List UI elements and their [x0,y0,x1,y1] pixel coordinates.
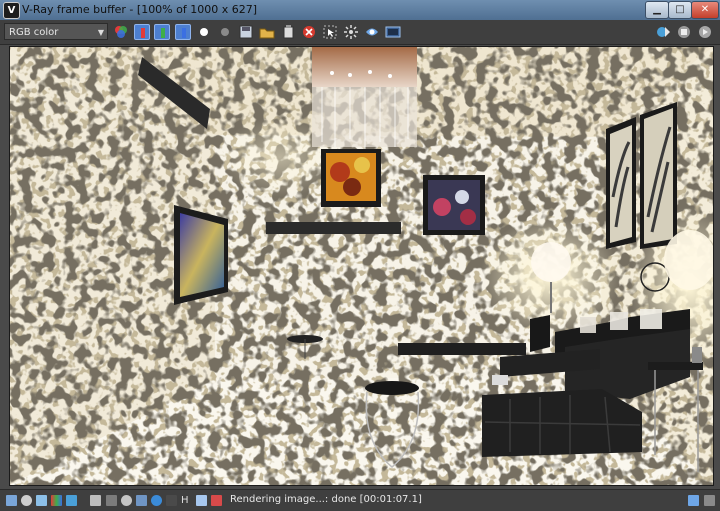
status-bar: H Rendering image...: done [00:01:07.1] [0,489,720,511]
track-mouse-icon[interactable] [322,24,338,40]
vray-logo-icon: V [3,2,20,19]
chevron-down-icon: ▼ [97,28,104,37]
rendered-room-image [10,47,713,485]
channel-select-value: RGB color [9,27,59,38]
toolbar: RGB color ▼ [0,20,720,45]
stats-icon[interactable] [51,495,62,506]
save-image-icon[interactable] [238,24,254,40]
minimize-button[interactable]: ▁ [645,1,669,19]
compare-icon[interactable] [196,495,207,506]
title-bar[interactable]: V V-Ray frame buffer - [100% of 1000 x 6… [0,0,720,20]
channel-select[interactable]: RGB color ▼ [4,23,108,40]
vray-frame-buffer-window: V V-Ray frame buffer - [100% of 1000 x 6… [0,0,720,511]
render-status-text: Rendering image...: done [00:01:07.1] [230,494,422,505]
settings-icon[interactable] [106,495,117,506]
histogram-icon[interactable] [364,24,380,40]
display-correction-icon[interactable] [343,24,359,40]
lens-icon[interactable] [21,495,32,506]
link-icon[interactable] [211,495,222,506]
grid-icon[interactable] [166,495,177,506]
load-image-icon[interactable] [259,24,275,40]
bulb-icon[interactable] [121,495,132,506]
close-button[interactable]: ✕ [691,1,719,19]
globe-icon[interactable] [151,495,162,506]
blue-channel-icon[interactable] [175,24,191,40]
render-icon[interactable] [697,24,713,40]
menu-icon[interactable] [704,495,715,506]
red-channel-icon[interactable] [134,24,150,40]
window-title: V-Ray frame buffer - [100% of 1000 x 627… [22,3,258,16]
lut-icon[interactable] [66,495,77,506]
h-icon[interactable]: H [181,495,192,506]
clear-image-icon[interactable] [301,24,317,40]
color-channels-icon[interactable] [113,24,129,40]
panel-toggle-icon[interactable] [688,495,699,506]
stop-render-icon[interactable] [676,24,692,40]
layers-icon[interactable] [6,495,17,506]
render-image-area[interactable] [9,46,714,486]
grey-dot-icon[interactable] [217,24,233,40]
green-channel-icon[interactable] [154,24,170,40]
white-dot-icon[interactable] [196,24,212,40]
curve-icon[interactable] [36,495,47,506]
copy-icon[interactable] [280,24,296,40]
render-region-icon[interactable] [655,24,671,40]
history-icon[interactable] [90,495,101,506]
maximize-button[interactable]: □ [668,1,692,19]
color-picker-icon[interactable] [385,24,401,40]
frame-icon[interactable] [136,495,147,506]
